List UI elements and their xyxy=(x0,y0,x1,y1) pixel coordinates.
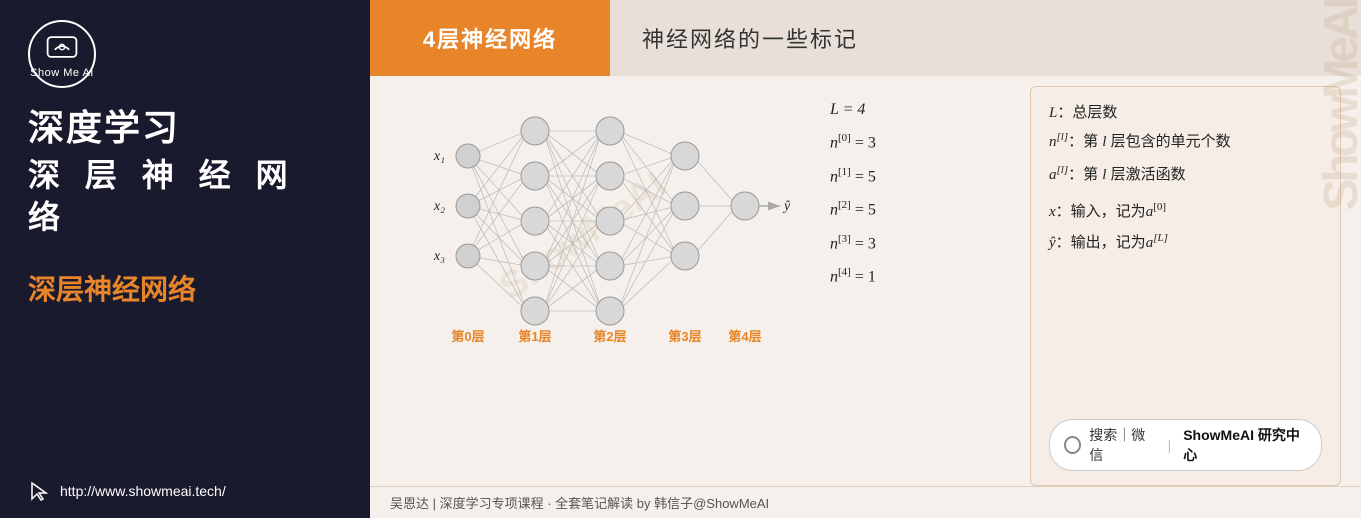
eq-n4: n[4] = 1 xyxy=(830,263,1010,291)
footer-text: 吴恩达 | 深度学习专项课程 · 全套笔记解读 by 韩信子@ShowMeAI xyxy=(390,496,769,511)
search-box[interactable]: 搜索｜微信 | ShowMeAI 研究中心 xyxy=(1049,419,1322,471)
header-gray: 神经网络的一些标记 xyxy=(610,0,1361,76)
notation-line4: x：输入，记为a[0] xyxy=(1049,200,1322,221)
eq-n3: n[3] = 3 xyxy=(830,230,1010,258)
notation-line1: L：总层数 xyxy=(1049,101,1322,122)
svg-text:x₃: x₃ xyxy=(433,249,445,264)
website-url: http://www.showmeai.tech/ xyxy=(60,483,226,499)
svg-text:x₁: x₁ xyxy=(433,149,445,164)
right-panel: ShowMeAI 4层神经网络 神经网络的一些标记 ShowMeAI xyxy=(370,0,1361,518)
page-title: 神经网络的一些标记 xyxy=(642,22,858,54)
logo-area: Show Me AI xyxy=(28,20,96,88)
eq-n2: n[2] = 5 xyxy=(830,196,1010,224)
content-area: ShowMeAI xyxy=(370,76,1361,486)
svg-text:第1层: 第1层 xyxy=(518,329,551,344)
main-title: 深度学习 xyxy=(28,106,180,149)
nn-svg: ShowMeAI xyxy=(390,86,790,366)
tab-orange: 4层神经网络 xyxy=(370,0,610,76)
logo-text: Show Me AI xyxy=(30,67,94,79)
section-title: 深层神经网络 xyxy=(28,268,196,308)
notation-line5: ŷ：输出，记为a[L] xyxy=(1049,231,1322,252)
sub-title: 深 层 神 经 网 络 xyxy=(28,155,342,238)
eq-n0: n[0] = 3 xyxy=(830,129,1010,157)
search-brand: ShowMeAI 研究中心 xyxy=(1183,425,1307,465)
notation-right: L：总层数 n[l]：第 l 层包含的单元个数 a[l]：第 l 层激活函数 x… xyxy=(1030,86,1341,486)
header-bar: 4层神经网络 神经网络的一些标记 xyxy=(370,0,1361,76)
footer-bar: 吴恩达 | 深度学习专项课程 · 全套笔记解读 by 韩信子@ShowMeAI xyxy=(370,486,1361,518)
logo-icon xyxy=(44,29,80,65)
website-link[interactable]: http://www.showmeai.tech/ xyxy=(28,480,226,502)
svg-text:第4层: 第4层 xyxy=(728,329,761,344)
notation-line3: a[l]：第 l 层激活函数 xyxy=(1049,163,1322,184)
svg-text:第2层: 第2层 xyxy=(593,329,626,344)
search-icon xyxy=(1064,436,1081,454)
svg-text:x₂: x₂ xyxy=(433,199,445,214)
logo-circle: Show Me AI xyxy=(28,20,96,88)
svg-text:第3层: 第3层 xyxy=(668,329,701,344)
nn-svg-container: ShowMeAI xyxy=(390,86,810,371)
eq-L: L = 4 xyxy=(830,96,1010,123)
tab-label: 4层神经网络 xyxy=(423,22,557,54)
left-panel: Show Me AI 深度学习 深 层 神 经 网 络 深层神经网络 http:… xyxy=(0,0,370,518)
nn-diagram: ShowMeAI xyxy=(390,86,810,486)
search-text: 搜索｜微信 xyxy=(1089,425,1155,465)
notation-line2: n[l]：第 l 层包含的单元个数 xyxy=(1049,130,1322,151)
eq-n1: n[1] = 5 xyxy=(830,163,1010,191)
svg-text:ŷ: ŷ xyxy=(782,199,790,214)
notation-left: L = 4 n[0] = 3 n[1] = 5 n[2] = 5 n[3] = … xyxy=(830,86,1010,486)
nav-icon xyxy=(28,480,50,502)
search-divider: | xyxy=(1168,437,1172,453)
svg-text:第0层: 第0层 xyxy=(451,329,484,344)
